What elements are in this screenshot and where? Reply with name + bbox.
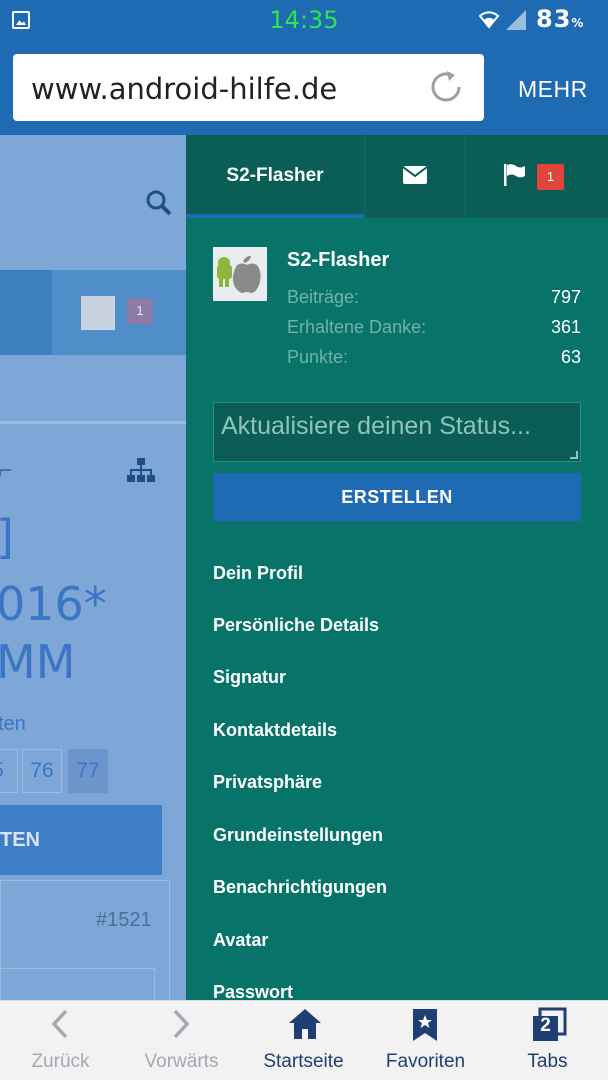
tab-messages[interactable] [365,135,465,218]
forward-button[interactable]: Vorwärts [121,1001,242,1080]
post-number: #1521 [96,909,152,931]
menu-item-basic-settings[interactable]: Grundeinstellungen [213,825,383,846]
resize-handle[interactable] [570,451,578,459]
menu-item-personal-details[interactable]: Persönliche Details [213,615,379,636]
favorites-button[interactable]: Favoriten [365,1001,486,1080]
stat-points: Punkte: 63 [287,347,581,367]
page-link-current: 77 [68,749,108,793]
menu-item-notifications[interactable]: Benachrichtigungen [213,877,387,898]
address-bar[interactable]: www.android-hilfe.de [13,54,484,121]
home-icon [289,1009,321,1039]
thread-title-line: MM [0,635,76,689]
status-bar: 14:35 83% [0,0,608,42]
thread-title-line: 016* [0,577,107,631]
chevron-left-icon [51,1009,68,1039]
thread-subtitle: ten [0,713,26,735]
more-button[interactable]: MEHR [518,76,588,103]
tabs-button[interactable]: 2 Tabs [487,1001,608,1080]
partial-icon: ⌐ [0,457,13,484]
notification-badge: 1 [537,164,564,190]
tab-user[interactable]: S2-Flasher [186,135,364,218]
post-inner-box [0,968,155,1000]
menu-item-profile[interactable]: Dein Profil [213,563,303,584]
drawer-tabs: S2-Flasher 1 [186,135,608,218]
menu-item-contact-details[interactable]: Kontaktdetails [213,720,337,741]
page-link: 5 [0,749,18,793]
back-button[interactable]: Zurück [0,1001,121,1080]
background-button: TEN [0,805,162,875]
menu-item-password[interactable]: Passwort [213,982,293,1000]
tab-notifications[interactable]: 1 [466,135,608,218]
background-avatar [81,296,115,330]
user-avatar [213,247,267,301]
menu-item-privacy[interactable]: Privatsphäre [213,772,322,793]
search-icon [146,190,172,216]
create-status-button[interactable]: ERSTELLEN [213,473,581,521]
bookmark-star-icon [413,1009,437,1041]
sitemap-icon [127,458,155,482]
page-link: 76 [22,749,62,793]
flag-icon [504,164,525,186]
user-drawer: S2-Flasher 1 S2-Flasher Beiträge: 797 Erh… [186,135,608,1000]
profile-name[interactable]: S2-Flasher [287,249,389,272]
background-page: 1 ⌐ ] 016* MM ten 5 76 77 TEN #1521 [0,135,186,1000]
tab-user-label: S2-Flasher [226,165,324,186]
reload-icon[interactable] [427,68,465,106]
menu-item-avatar[interactable]: Avatar [213,930,268,951]
divider [0,421,186,424]
background-badge: 1 [127,298,153,324]
wifi-icon [478,11,500,29]
thread-title-line: ] [0,510,14,564]
battery-level: 83% [536,5,585,33]
browser-toolbar: www.android-hilfe.de MEHR [0,42,608,135]
browser-bottom-nav: Zurück Vorwärts Startseite Favoriten 2 T… [0,1000,608,1080]
home-button[interactable]: Startseite [243,1001,364,1080]
menu-item-signature[interactable]: Signatur [213,667,286,688]
stat-thanks: Erhaltene Danke: 361 [287,317,581,337]
envelope-icon [403,166,427,184]
stat-posts: Beiträge: 797 [287,287,581,307]
status-input[interactable]: Aktualisiere deinen Status... [213,402,581,462]
tab-count: 2 [540,1015,551,1036]
url-text[interactable]: www.android-hilfe.de [31,72,337,106]
chevron-right-icon [173,1009,190,1039]
status-placeholder: Aktualisiere deinen Status... [221,412,531,440]
